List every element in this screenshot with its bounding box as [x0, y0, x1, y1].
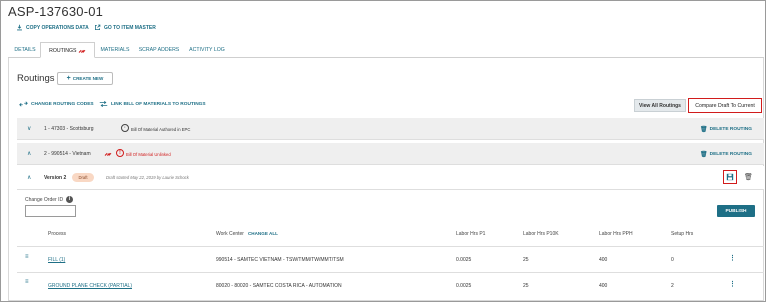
routing-row-1[interactable]: ∨ 1 - 47303 - Scottsburg · Bill Of Mater…: [17, 118, 764, 140]
draft-note: Draft started May 22, 2019 by Laurie Sch…: [106, 175, 189, 180]
info-icon[interactable]: i: [66, 196, 74, 203]
delete-routing-button[interactable]: 🗑 DELETE ROUTING: [700, 126, 752, 133]
chevron-up-icon[interactable]: ∧: [27, 150, 31, 157]
routing-row-label: 1 - 47303 - Scottsburg: [44, 126, 94, 132]
col-process: Process: [48, 231, 67, 237]
tab-routings[interactable]: ROUTINGS: [40, 42, 95, 58]
change-all-link[interactable]: CHANGE ALL: [248, 231, 278, 236]
change-order-label-wrap: Change Order ID i: [25, 196, 74, 203]
delete-routing-button[interactable]: 🗑 DELETE ROUTING: [700, 151, 752, 158]
col-labor-pph: Labor Hrs PPH: [599, 231, 633, 237]
setup-cell: 2: [671, 283, 674, 289]
go-to-item-master-button[interactable]: GO TO ITEM MASTER: [94, 24, 156, 31]
link-bom-button[interactable]: LINK BILL OF MATERIALS TO ROUTINGS: [99, 101, 206, 107]
col-setup: Setup Hrs: [671, 231, 694, 237]
tab-bar: DETAILS ROUTINGS MATERIALS SCRAP ADDERS …: [8, 42, 764, 58]
tab-details[interactable]: DETAILS: [10, 42, 40, 58]
labor-p10k-cell: 25: [523, 283, 529, 289]
labor-p1-cell: 0.0025: [456, 257, 472, 263]
copy-operations-button[interactable]: COPY OPERATIONS DATA: [16, 24, 89, 31]
trash-icon: 🗑: [700, 152, 708, 158]
routing-row-2[interactable]: ∧ 2 - 990514 - Vietnam ! Bill Of Materia…: [17, 143, 764, 165]
compare-draft-button[interactable]: Compare Draft To Current: [688, 98, 762, 113]
chevron-up-icon[interactable]: ∧: [27, 174, 31, 181]
alert-icon: !: [116, 149, 124, 157]
save-button[interactable]: [723, 170, 737, 184]
download-icon: [17, 24, 22, 31]
unlinked-chain-icon: [104, 152, 112, 156]
col-work-center: Work Center CHANGE ALL: [216, 231, 278, 237]
version-row: ∧ Version 2 Draft Draft started May 22, …: [17, 166, 764, 190]
more-vertical-icon[interactable]: ⋮: [729, 254, 736, 262]
page-title: ASP-137630-01: [8, 4, 104, 19]
labor-p10k-cell: 25: [523, 257, 529, 263]
link-bom-label: LINK BILL OF MATERIALS TO ROUTINGS: [111, 101, 206, 107]
routing-row-label: 2 - 990514 - Vietnam: [44, 151, 91, 157]
process-link[interactable]: FILL (1): [48, 257, 65, 263]
change-routing-codes-button[interactable]: CHANGE ROUTING CODES: [19, 101, 94, 107]
plus-icon: +: [66, 75, 71, 82]
labor-pph-cell: 400: [599, 257, 608, 263]
save-icon: [726, 173, 734, 181]
col-labor-p10k: Labor Hrs P10K: [523, 231, 559, 237]
change-order-input[interactable]: [25, 205, 76, 217]
bom-status: Bill Of Material Unlinked: [126, 152, 171, 157]
table-row: ≡ GROUND PLANE CHECK (PARTIAL) 80020 - 8…: [0, 273, 766, 299]
process-link[interactable]: GROUND PLANE CHECK (PARTIAL): [48, 283, 132, 289]
create-new-button[interactable]: + CREATE NEW: [57, 72, 113, 85]
trash-icon: 🗑: [700, 127, 708, 133]
change-order-label: Change Order ID: [25, 196, 64, 203]
draft-badge: Draft: [72, 173, 94, 182]
chevron-down-icon[interactable]: ∨: [27, 125, 31, 132]
work-center-cell: 80020 - 80020 - SAMTEC COSTA RICA - AUTO…: [216, 283, 342, 289]
unlinked-chain-icon: [78, 49, 86, 53]
drag-handle-icon[interactable]: ≡: [25, 279, 29, 285]
clock-icon: ·: [121, 124, 129, 132]
tab-activity-log[interactable]: ACTIVITY LOG: [185, 42, 229, 58]
col-labor-p1: Labor Hrs P1: [456, 231, 486, 237]
routings-heading: Routings: [17, 73, 55, 84]
table-row: ≡ FILL (1) 990514 - SAMTEC VIETNAM - TSW…: [0, 247, 766, 272]
setup-cell: 0: [671, 257, 674, 263]
work-center-cell: 990514 - SAMTEC VIETNAM - TSW/TMM/TW/MMT…: [216, 257, 344, 263]
tab-materials[interactable]: MATERIALS: [96, 42, 134, 58]
bom-status: Bill Of Material Authored in EPC: [131, 127, 191, 132]
external-link-icon: [95, 24, 101, 30]
go-to-item-master-label: GO TO ITEM MASTER: [104, 24, 156, 31]
drag-handle-icon[interactable]: ≡: [25, 254, 29, 260]
labor-p1-cell: 0.0025: [456, 283, 472, 289]
publish-button[interactable]: PUBLISH: [717, 205, 755, 217]
swap-arrows-icon: [19, 101, 28, 107]
copy-operations-label: COPY OPERATIONS DATA: [26, 24, 89, 31]
more-vertical-icon[interactable]: ⋮: [729, 280, 736, 288]
link-arrows-icon: [99, 101, 108, 107]
create-new-label: CREATE NEW: [72, 76, 104, 81]
view-all-routings-button[interactable]: View All Routings: [634, 99, 686, 112]
tab-scrap-adders[interactable]: SCRAP ADDERS: [134, 42, 184, 58]
change-routing-codes-label: CHANGE ROUTING CODES: [31, 101, 94, 107]
trash-icon[interactable]: 🗑: [744, 173, 753, 181]
labor-pph-cell: 400: [599, 283, 608, 289]
version-label: Version 2: [44, 175, 67, 181]
